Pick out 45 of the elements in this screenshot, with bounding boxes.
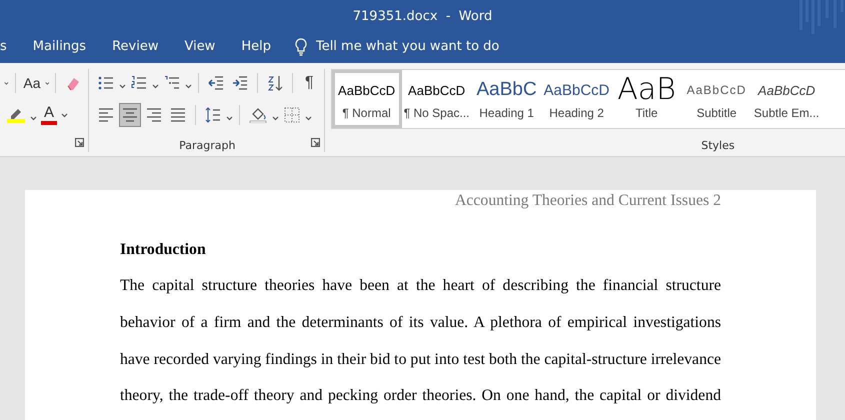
align-icon: [170, 107, 186, 123]
increase-indent-icon: [232, 75, 248, 91]
caret-icon: [30, 116, 37, 120]
caret-icon: [305, 116, 312, 120]
caret-icon: [119, 84, 126, 88]
page-header: Accounting Theories and Current Issues 2: [454, 192, 721, 209]
font-color-button[interactable]: A: [39, 106, 59, 124]
line-spacing-icon: [205, 107, 221, 123]
clear-formatting-icon: [64, 75, 81, 91]
lightbulb-icon: [294, 38, 308, 56]
caret-icon: [185, 84, 192, 88]
launcher-icon: [75, 138, 84, 147]
ribbon-tab[interactable]: Review: [99, 32, 172, 60]
decrease-indent-icon: [208, 75, 224, 91]
ribbon-tab[interactable]: Mailings: [20, 32, 100, 60]
section-heading: Introduction: [120, 240, 207, 260]
group-label: Styles: [701, 139, 735, 152]
caret-icon: [226, 116, 233, 120]
caret-icon: [44, 80, 50, 86]
caret-icon: [61, 112, 68, 118]
window-title: 719351.docx - Word: [352, 8, 492, 24]
shading-icon: [249, 107, 267, 123]
caret-icon: [4, 80, 9, 86]
sort-icon: [267, 75, 283, 91]
numbering-icon: [131, 75, 147, 91]
align-icon: [146, 107, 162, 123]
style-item[interactable]: AaBbCcD ¶ Normal: [332, 70, 402, 128]
align-icon: [98, 107, 114, 123]
multilevel-list-icon: [164, 75, 180, 91]
launcher-icon: [310, 138, 320, 147]
caret-icon: [272, 116, 279, 120]
show-marks-button[interactable]: ¶: [299, 73, 320, 93]
ribbon-tab[interactable]: View: [171, 32, 228, 60]
align-icon: [122, 107, 138, 123]
ribbon-tab[interactable]: s: [0, 32, 20, 60]
body-paragraph: The capital structure theories have been at the heart of describing the financial structure behavior of a firm and the determinants of its value. A plethora of empirical investigations have recorded varying findings in their bid to put into test both the capital-structure irrelevance theory, the trade-off theory and pecking order theories. On one hand, the capital or dividend: [120, 276, 721, 406]
highlight-icon: [7, 107, 25, 123]
align-button[interactable]: [119, 103, 141, 127]
caret-icon: [152, 84, 159, 88]
ribbon-tab[interactable]: Help: [228, 32, 284, 60]
bullets-icon: [98, 75, 114, 91]
borders-icon: [284, 107, 300, 123]
tell-me-field[interactable]: Tell me what you want to do: [314, 37, 508, 56]
group-label: Paragraph: [179, 139, 236, 152]
change-case-button[interactable]: Aa: [21, 75, 43, 91]
